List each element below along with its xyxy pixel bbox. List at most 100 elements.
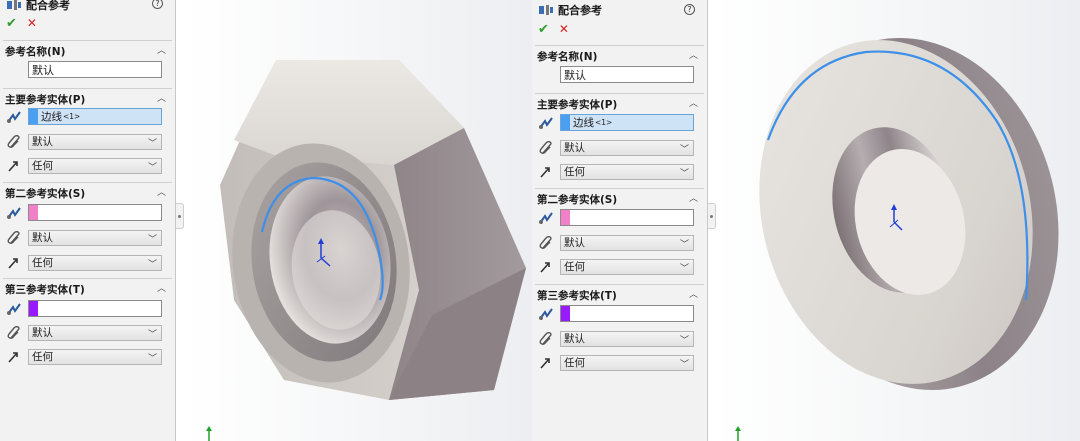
paperclip-icon [539,140,552,154]
tertiary-mate-type-value: 默认 [564,333,585,345]
primary-mate-type-select[interactable]: 默认 ﹀ [560,139,694,156]
property-manager-panel: 配合参考 ? ✔ ✕ 参考名称(N) ︿ 默认 主要参考实体(P) ︿ 边线 <… [0,0,176,441]
collapse-chevron-icon[interactable]: ︿ [689,48,698,61]
right-pane: 配合参考 ? ✔ ✕ 参考名称(N) ︿ 默认 主要参考实体(P) ︿ 边线 <1… [532,0,1080,441]
tertiary-alignment-select[interactable]: 任何 ﹀ [28,348,162,365]
primary-mate-type-select[interactable]: 默认 ﹀ [28,133,162,150]
entity-selection-icon [7,206,21,219]
primary-alignment-value: 任何 [564,166,585,178]
paperclip-icon [539,331,552,345]
help-button[interactable]: ? [152,0,163,9]
primary-entity-text: 边线 [41,111,62,123]
collapse-chevron-icon[interactable]: ︿ [157,91,166,104]
panel-collapse-handle[interactable] [176,203,184,229]
secondary-mate-type-select[interactable]: 默认 ﹀ [28,229,162,246]
collapse-chevron-icon[interactable]: ︿ [689,287,698,300]
primary-entity-group: 主要参考实体(P) ︿ 边线 <1> 默认 ﹀ 任何 ﹀ [532,93,704,188]
chevron-down-icon: ﹀ [679,359,689,370]
secondary-entity-header[interactable]: 第二参考实体(S) [537,192,617,207]
tertiary-entity-field[interactable] [28,300,162,317]
chevron-down-icon: ﹀ [147,329,157,340]
entity-selection-icon [7,302,21,315]
chevron-down-icon: ﹀ [679,263,689,274]
entity-selection-icon [7,110,21,123]
primary-color-swatch [29,109,38,124]
alignment-arrow-icon [540,166,550,178]
cancel-button[interactable]: ✕ [559,22,569,37]
panel-title: 配合参考 [6,0,70,13]
secondary-entity-header[interactable]: 第二参考实体(S) [5,186,85,201]
hex-nut-model[interactable] [184,0,532,441]
secondary-entity-field[interactable] [28,204,162,221]
tertiary-alignment-value: 任何 [564,357,585,369]
primary-mate-type-value: 默认 [32,136,53,148]
chevron-down-icon: ﹀ [147,259,157,270]
panel-collapse-handle[interactable] [708,203,716,229]
secondary-alignment-select[interactable]: 任何 ﹀ [28,254,162,271]
alignment-arrow-icon [8,351,18,363]
ref-name-header[interactable]: 参考名称(N) [5,44,65,59]
primary-mate-type-value: 默认 [564,142,585,154]
flat-washer-model[interactable] [716,0,1080,441]
ref-name-header[interactable]: 参考名称(N) [537,49,597,64]
secondary-entity-field[interactable] [560,209,694,226]
secondary-entity-group: 第二参考实体(S) ︿ 默认 ﹀ 任何 ﹀ [532,188,704,283]
cancel-button[interactable]: ✕ [27,16,37,31]
primary-entity-index: <1> [595,118,613,127]
ok-button[interactable]: ✔ [6,16,17,31]
left-pane: 配合参考 ? ✔ ✕ 参考名称(N) ︿ 默认 主要参考实体(P) ︿ 边线 <… [0,0,532,441]
ref-name-input[interactable]: 默认 [28,61,162,78]
primary-entity-header[interactable]: 主要参考实体(P) [537,97,617,112]
primary-entity-text: 边线 [573,117,594,129]
collapse-chevron-icon[interactable]: ︿ [157,43,166,56]
ref-name-value: 默认 [564,68,586,82]
panel-title: 配合参考 [538,2,602,18]
chevron-down-icon: ﹀ [679,168,689,179]
chevron-down-icon: ﹀ [147,162,157,173]
chevron-down-icon: ﹀ [147,234,157,245]
tertiary-entity-header[interactable]: 第三参考实体(T) [5,282,85,297]
chevron-down-icon: ﹀ [147,138,157,149]
chevron-down-icon: ﹀ [679,335,689,346]
origin-triad-icon [735,426,741,441]
chevron-down-icon: ﹀ [679,239,689,250]
secondary-alignment-value: 任何 [564,261,585,273]
primary-alignment-select[interactable]: 任何 ﹀ [560,163,694,180]
entity-selection-icon [539,116,553,129]
collapse-chevron-icon[interactable]: ︿ [689,191,698,204]
secondary-alignment-select[interactable]: 任何 ﹀ [560,258,694,275]
secondary-alignment-value: 任何 [32,257,53,269]
primary-color-swatch [561,115,570,130]
alignment-arrow-icon [540,357,550,369]
collapse-chevron-icon[interactable]: ︿ [157,185,166,198]
secondary-mate-type-value: 默认 [564,237,585,249]
paperclip-icon [539,235,552,249]
help-button[interactable]: ? [684,4,695,15]
collapse-chevron-icon[interactable]: ︿ [689,96,698,109]
tertiary-entity-field[interactable] [560,305,694,322]
origin-triad-icon [206,426,212,441]
tertiary-entity-group: 第三参考实体(T) ︿ 默认 ﹀ 任何 ﹀ [0,278,172,373]
primary-entity-field[interactable]: 边线 <1> [560,114,694,131]
primary-entity-field[interactable]: 边线 <1> [28,108,162,125]
property-manager-panel: 配合参考 ? ✔ ✕ 参考名称(N) ︿ 默认 主要参考实体(P) ︿ 边线 <1… [532,0,708,441]
primary-alignment-select[interactable]: 任何 ﹀ [28,157,162,174]
ok-button[interactable]: ✔ [538,22,549,37]
tertiary-entity-header[interactable]: 第三参考实体(T) [537,288,617,303]
tertiary-color-swatch [29,301,38,316]
graphics-area[interactable] [184,0,532,441]
tertiary-alignment-select[interactable]: 任何 ﹀ [560,354,694,371]
ref-name-input[interactable]: 默认 [560,66,694,83]
primary-entity-header[interactable]: 主要参考实体(P) [5,92,85,107]
ref-name-value: 默认 [32,63,54,77]
mate-reference-icon [539,5,553,15]
alignment-arrow-icon [8,160,18,172]
tertiary-mate-type-value: 默认 [32,327,53,339]
collapse-chevron-icon[interactable]: ︿ [157,281,166,294]
tertiary-mate-type-select[interactable]: 默认 ﹀ [28,324,162,341]
chevron-down-icon: ﹀ [147,353,157,364]
tertiary-mate-type-select[interactable]: 默认 ﹀ [560,330,694,347]
graphics-area[interactable] [716,0,1080,441]
secondary-mate-type-select[interactable]: 默认 ﹀ [560,234,694,251]
chevron-down-icon: ﹀ [679,144,689,155]
